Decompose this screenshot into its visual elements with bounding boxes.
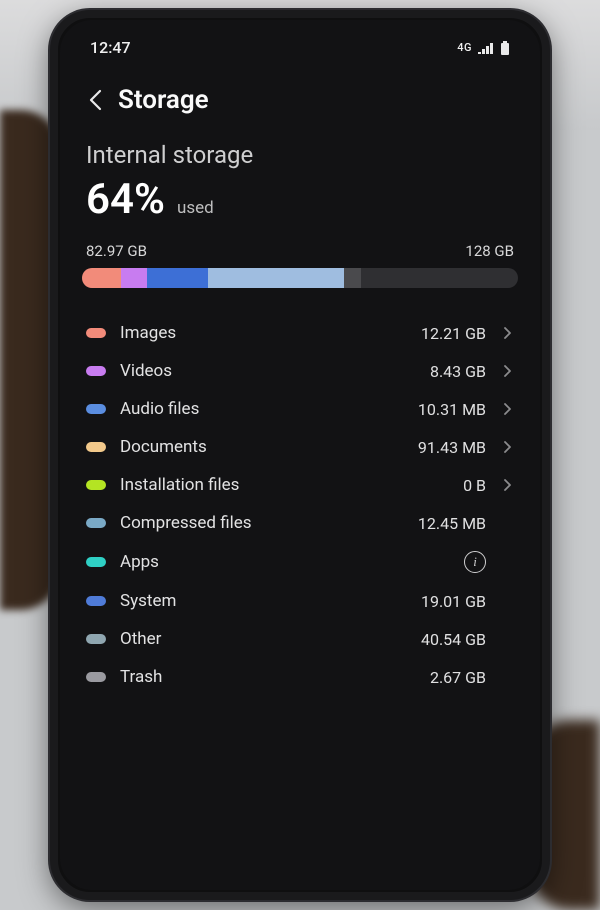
category-color-pill: [86, 596, 106, 606]
usage-percent: 64%: [86, 175, 165, 224]
chevron-right-icon: [500, 478, 514, 492]
status-bar: 12:47 4G: [82, 34, 518, 67]
category-label: Other: [120, 629, 382, 649]
category-value: 12.21 GB: [396, 324, 486, 343]
category-row: Trash 2.67 GB: [82, 658, 518, 696]
category-color-pill: [86, 480, 106, 490]
category-value: 2.67 GB: [396, 668, 486, 687]
category-row[interactable]: Videos 8.43 GB: [82, 352, 518, 390]
chevron-right-icon: [500, 326, 514, 340]
category-color-pill: [86, 634, 106, 644]
chevron-right-icon: [500, 440, 514, 454]
category-color-pill: [86, 328, 106, 338]
chevron-right-icon: [500, 402, 514, 416]
category-value: 12.45 MB: [396, 514, 486, 533]
total-amount: 128 GB: [465, 242, 514, 260]
phone-frame: 12:47 4G Storage Internal storage 64% us…: [50, 10, 550, 900]
category-value: 0 B: [396, 476, 486, 495]
usage-bar-segment: [121, 268, 147, 288]
usage-bar-segment: [147, 268, 208, 288]
category-color-pill: [86, 404, 106, 414]
category-color-pill: [86, 442, 106, 452]
network-label: 4G: [457, 41, 472, 54]
category-row[interactable]: Documents 91.43 MB: [82, 428, 518, 466]
back-button[interactable]: [86, 86, 104, 114]
category-color-pill: [86, 366, 106, 376]
category-label: System: [120, 591, 382, 611]
status-indicators: 4G: [457, 41, 510, 55]
category-label: Installation files: [120, 475, 382, 495]
page-title: Storage: [118, 85, 209, 115]
category-row[interactable]: Images 12.21 GB: [82, 314, 518, 352]
category-color-pill: [86, 557, 106, 567]
category-value: 19.01 GB: [396, 592, 486, 611]
category-label: Videos: [120, 361, 382, 381]
usage-bar-segment: [208, 268, 343, 288]
section-title: Internal storage: [82, 141, 518, 175]
chevron-right-icon: [500, 364, 514, 378]
category-value: 91.43 MB: [396, 438, 486, 457]
used-amount: 82.97 GB: [86, 242, 147, 260]
category-label: Apps: [120, 552, 450, 572]
usage-summary: 64% used: [82, 175, 518, 242]
category-row[interactable]: Installation files 0 B: [82, 466, 518, 504]
usage-bar-segment: [344, 268, 361, 288]
usage-label: used: [177, 198, 214, 218]
category-row[interactable]: Appsi: [82, 542, 518, 582]
info-icon[interactable]: i: [464, 551, 486, 573]
category-value: 10.31 MB: [396, 400, 486, 419]
usage-bar: [82, 268, 518, 288]
battery-icon: [500, 41, 510, 55]
category-label: Audio files: [120, 399, 382, 419]
category-label: Documents: [120, 437, 382, 457]
category-row: System 19.01 GB: [82, 582, 518, 620]
status-time: 12:47: [90, 38, 131, 57]
category-value: 40.54 GB: [396, 630, 486, 649]
usage-bar-segment: [82, 268, 121, 288]
bar-labels: 82.97 GB 128 GB: [82, 242, 518, 268]
category-row[interactable]: Audio files 10.31 MB: [82, 390, 518, 428]
category-color-pill: [86, 672, 106, 682]
header: Storage: [82, 67, 518, 141]
category-color-pill: [86, 518, 106, 528]
category-row: Compressed files 12.45 MB: [82, 504, 518, 542]
signal-icon: [478, 42, 494, 54]
screen: 12:47 4G Storage Internal storage 64% us…: [60, 20, 540, 890]
category-row: Other 40.54 GB: [82, 620, 518, 658]
category-label: Compressed files: [120, 513, 382, 533]
category-list: Images 12.21 GB Videos 8.43 GB Audio files 10…: [82, 314, 518, 696]
category-label: Trash: [120, 667, 382, 687]
category-label: Images: [120, 323, 382, 343]
category-value: 8.43 GB: [396, 362, 486, 381]
